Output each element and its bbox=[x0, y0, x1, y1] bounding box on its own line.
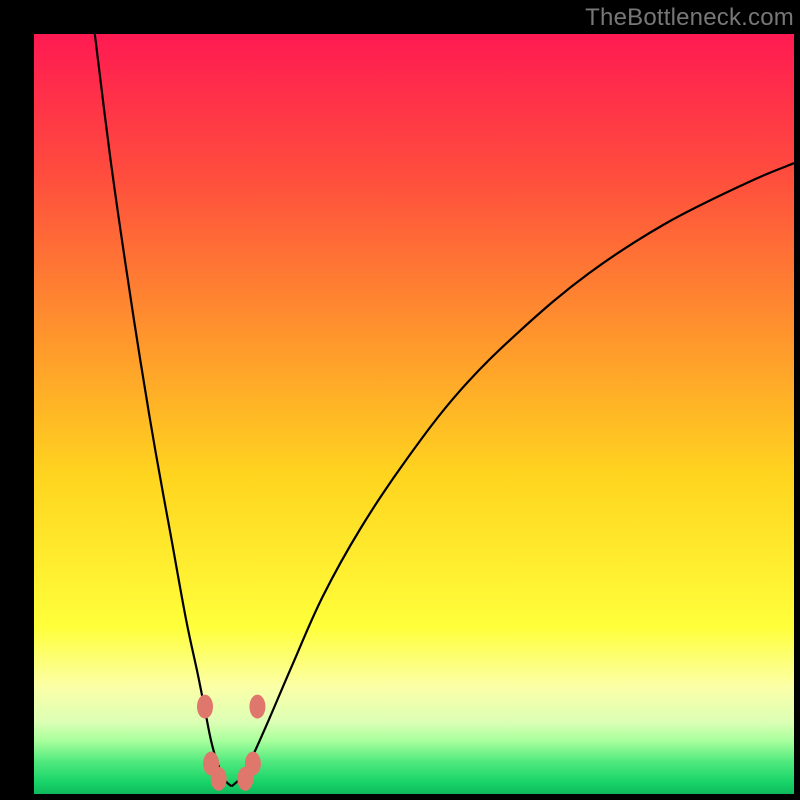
data-marker bbox=[197, 695, 213, 719]
data-marker bbox=[211, 767, 227, 791]
chart-frame: TheBottleneck.com bbox=[0, 0, 800, 800]
plot-area bbox=[34, 34, 794, 794]
data-marker bbox=[245, 752, 261, 776]
watermark-text: TheBottleneck.com bbox=[585, 4, 794, 32]
chart-svg bbox=[34, 34, 794, 794]
data-marker bbox=[249, 695, 265, 719]
